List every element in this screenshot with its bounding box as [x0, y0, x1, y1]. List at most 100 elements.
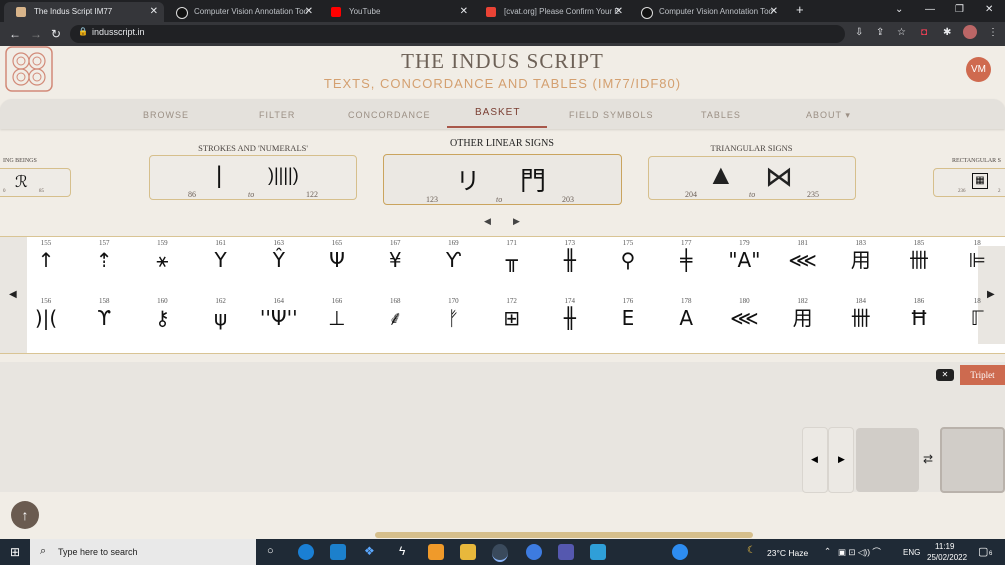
- pocket-extension-icon[interactable]: ◘: [921, 27, 927, 38]
- help-icon[interactable]: [672, 544, 688, 560]
- bookmark-star-icon[interactable]: ☆: [897, 27, 906, 38]
- clock-date[interactable]: 25/02/2022: [927, 553, 967, 562]
- sign-cell[interactable]: 180 ⋘: [724, 297, 764, 331]
- photos-icon[interactable]: [590, 544, 606, 560]
- minimize-icon[interactable]: —: [925, 0, 935, 20]
- tab-gmail[interactable]: [cvat.org] Please Confirm Your E ✕: [474, 2, 629, 22]
- sign-cell[interactable]: 18 ℾ: [957, 297, 997, 331]
- close-tab-icon[interactable]: ✕: [460, 2, 468, 22]
- clear-basket-icon[interactable]: ✕: [936, 369, 954, 381]
- close-tab-icon[interactable]: ✕: [615, 2, 623, 22]
- new-tab-button[interactable]: +: [796, 0, 804, 20]
- sign-cell[interactable]: 173 ╫: [550, 239, 590, 273]
- nav-filter[interactable]: FILTER: [259, 110, 295, 120]
- tab-indus-script[interactable]: The Indus Script IM77 ✕: [4, 2, 164, 22]
- signal-icon[interactable]: [526, 544, 542, 560]
- sign-cell[interactable]: 182 用: [783, 297, 823, 331]
- sign-cell[interactable]: 168 ⸙: [375, 297, 415, 331]
- sign-cell[interactable]: 155 ↑: [26, 239, 66, 273]
- clock-time[interactable]: 11:19: [935, 542, 954, 551]
- bolt-app-icon[interactable]: ϟ: [399, 544, 405, 558]
- sign-cell[interactable]: 177 ╪: [666, 239, 706, 273]
- prev-page-icon[interactable]: ◀: [484, 216, 491, 227]
- sign-cell[interactable]: 172 ⊞: [492, 297, 532, 331]
- horizontal-scrollbar[interactable]: [375, 532, 753, 538]
- windows-start-icon[interactable]: ⊞: [10, 545, 20, 559]
- category-card-strokes[interactable]: 86 | to )||||) 122: [149, 155, 357, 200]
- sign-cell[interactable]: 164 ''Ψ'': [259, 297, 299, 331]
- sublime-icon[interactable]: [428, 544, 444, 560]
- sign-cell[interactable]: 166 ⊥: [317, 297, 357, 331]
- sign-cell[interactable]: 183 用: [841, 239, 881, 273]
- extensions-puzzle-icon[interactable]: ✱: [943, 27, 951, 38]
- chrome-icon[interactable]: [492, 544, 508, 562]
- basket-slot-2[interactable]: [940, 427, 1005, 493]
- sign-cell[interactable]: 186 Ħ: [899, 297, 939, 331]
- url-field[interactable]: 🔒 indusscript.in: [70, 25, 845, 43]
- basket-slot-1[interactable]: [856, 428, 919, 492]
- sign-cell[interactable]: 161 Y: [201, 239, 241, 273]
- nav-basket[interactable]: BASKET: [475, 107, 520, 118]
- sign-cell[interactable]: 167 ¥: [375, 239, 415, 273]
- profile-icon[interactable]: [963, 25, 977, 39]
- basket-prev-button[interactable]: ◀: [802, 427, 828, 493]
- basket-next-button[interactable]: ▶: [828, 427, 854, 493]
- tab-cvat-2[interactable]: Computer Vision Annotation Too ✕: [629, 2, 784, 22]
- install-icon[interactable]: ⇩: [855, 27, 863, 38]
- sign-cell[interactable]: 169 Ƴ: [433, 239, 473, 273]
- sign-cell[interactable]: 165 Ψ: [317, 239, 357, 273]
- sign-cell[interactable]: 163 Ŷ: [259, 239, 299, 273]
- nav-field-symbols[interactable]: FIELD SYMBOLS: [569, 110, 654, 120]
- sign-cell[interactable]: 158 ϒ: [84, 297, 124, 331]
- language-indicator[interactable]: ENG: [903, 548, 920, 557]
- sign-cell[interactable]: 170 ᚠ: [433, 297, 473, 331]
- sign-cell[interactable]: 175 ⚲: [608, 239, 648, 273]
- taskbar-search[interactable]: ⌕ Type here to search: [30, 539, 256, 565]
- close-tab-icon[interactable]: ✕: [150, 2, 158, 22]
- close-tab-icon[interactable]: ✕: [305, 2, 313, 22]
- sign-cell[interactable]: 176 Ε: [608, 297, 648, 331]
- sign-cell[interactable]: 156)|(: [26, 297, 66, 331]
- weather-text[interactable]: 23°C Haze: [767, 548, 808, 558]
- file-explorer-icon[interactable]: [460, 544, 476, 560]
- triplet-button[interactable]: Triplet: [960, 365, 1005, 385]
- nav-concordance[interactable]: CONCORDANCE: [348, 110, 431, 120]
- sign-cell[interactable]: 185 卌: [899, 239, 939, 273]
- category-card-rectangular[interactable]: 236 ▦ 2: [933, 168, 1005, 197]
- sign-cell[interactable]: 160 ⚷: [142, 297, 182, 331]
- scroll-to-top-button[interactable]: ↑: [11, 501, 39, 529]
- tray-chevron-up-icon[interactable]: ⌃: [824, 546, 831, 557]
- mail-icon[interactable]: [330, 544, 346, 560]
- nav-tables[interactable]: TABLES: [701, 110, 741, 120]
- browser-menu-icon[interactable]: ⋮: [988, 27, 998, 38]
- sign-cell[interactable]: 174 ╫: [550, 297, 590, 331]
- sign-cell[interactable]: 159 ⚹: [142, 239, 182, 273]
- tab-cvat-1[interactable]: Computer Vision Annotation Too ✕: [164, 2, 319, 22]
- sign-cell[interactable]: 162 ψ: [201, 297, 241, 331]
- sign-cell[interactable]: 18 ⊫: [957, 239, 997, 273]
- tray-icons[interactable]: ▣ ⊡ ◁)) ⌒: [838, 546, 881, 558]
- category-card-linear[interactable]: 123 リ to 門 203: [383, 154, 622, 205]
- user-avatar[interactable]: VM: [966, 57, 991, 82]
- notifications-icon[interactable]: ▢: [978, 545, 988, 558]
- edge-icon[interactable]: [298, 544, 314, 560]
- maximize-icon[interactable]: ❐: [955, 0, 964, 20]
- tab-search-icon[interactable]: ⌄: [895, 0, 903, 20]
- sign-cell[interactable]: 181 ⋘: [783, 239, 823, 273]
- sign-cell[interactable]: 178 A: [666, 297, 706, 331]
- sign-cell[interactable]: 184 卌: [841, 297, 881, 331]
- sign-cell[interactable]: 179 "A": [724, 239, 764, 273]
- task-view-icon[interactable]: ○: [267, 545, 274, 557]
- category-card-triangular[interactable]: 204 ▲ to ⋈ 235: [648, 156, 856, 200]
- dropbox-icon[interactable]: ❖: [364, 544, 375, 558]
- close-tab-icon[interactable]: ✕: [770, 2, 778, 22]
- category-card-human-beings[interactable]: 0 ℛ 85: [0, 168, 71, 197]
- nav-about[interactable]: ABOUT ▾: [806, 110, 851, 121]
- back-icon[interactable]: ←: [9, 25, 21, 43]
- teams-icon[interactable]: [558, 544, 574, 560]
- next-page-icon[interactable]: ▶: [513, 216, 520, 227]
- sign-cell[interactable]: 157 ⇡: [84, 239, 124, 273]
- reload-icon[interactable]: ↻: [51, 25, 61, 43]
- tab-youtube[interactable]: YouTube ✕: [319, 2, 474, 22]
- nav-browse[interactable]: BROWSE: [143, 110, 189, 120]
